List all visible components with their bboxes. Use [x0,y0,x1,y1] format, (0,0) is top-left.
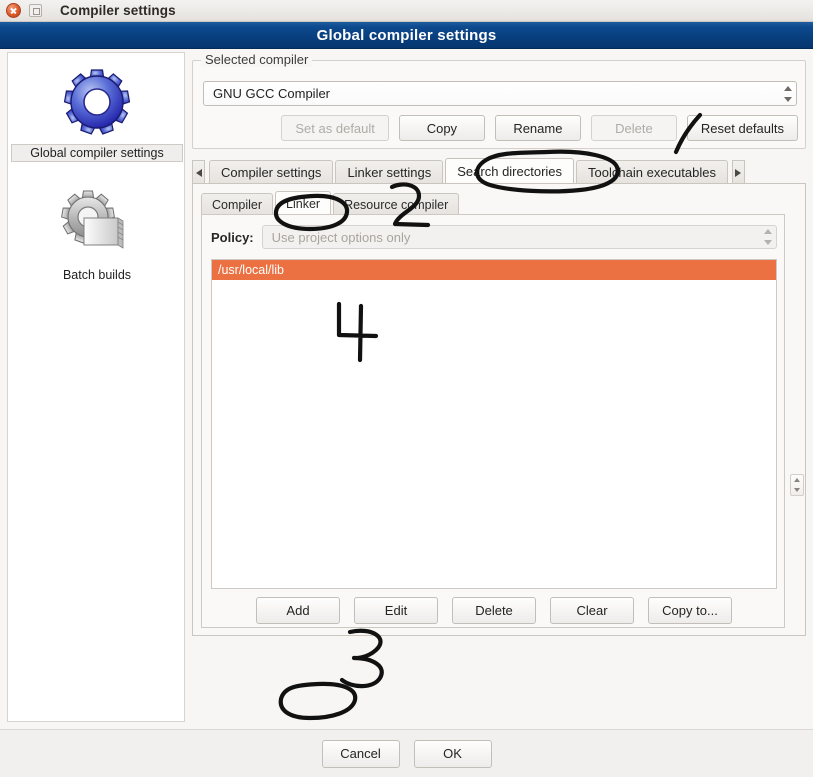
selected-compiler-legend: Selected compiler [201,52,313,67]
policy-row: Policy: Use project options only [211,225,777,249]
sidebar-item-global-compiler-settings[interactable]: Global compiler settings [8,65,186,162]
reset-defaults-button[interactable]: Reset defaults [686,115,798,141]
main-tabstrip: Compiler settings Linker settings Search… [192,158,806,184]
policy-select-value: Use project options only [271,229,411,245]
panel-resize-spinner[interactable] [790,474,804,496]
chevron-updown-icon[interactable] [763,229,772,245]
rename-button[interactable]: Rename [494,115,581,141]
grey-gear-documents-icon [55,188,139,264]
settings-pane: Selected compiler GNU GCC Compiler Set a… [192,52,806,722]
page-banner: Global compiler settings [0,22,813,49]
sub-tabstrip: Compiler Linker Resource compiler [201,191,461,216]
tabs-scroll-right-button[interactable] [731,160,745,184]
maximize-icon[interactable] [29,4,42,17]
selected-compiler-group: Selected compiler GNU GCC Compiler Set a… [192,52,807,149]
edit-button[interactable]: Edit [354,596,438,624]
directory-actions: Add Edit Delete Clear Copy to... [211,596,777,624]
cancel-button[interactable]: Cancel [321,739,400,768]
tab-compiler-settings[interactable]: Compiler settings [209,160,334,184]
subtab-compiler[interactable]: Compiler [201,193,274,216]
policy-select[interactable]: Use project options only [261,225,777,249]
close-icon[interactable] [6,3,21,18]
tab-linker-settings[interactable]: Linker settings [335,160,444,184]
compiler-select[interactable]: GNU GCC Compiler [203,81,797,106]
add-button[interactable]: Add [256,596,340,624]
triangle-left-icon [195,168,202,177]
chevron-updown-icon[interactable] [783,85,792,102]
list-item[interactable]: /usr/local/lib [212,260,776,280]
copy-to-button[interactable]: Copy to... [648,596,732,624]
sidebar-item-label: Global compiler settings [11,144,183,162]
copy-button[interactable]: Copy [398,115,485,141]
tab-toolchain-executables[interactable]: Toolchain executables [576,160,728,184]
window-title: Compiler settings [60,3,176,18]
compiler-select-value: GNU GCC Compiler [213,86,331,101]
ok-button[interactable]: OK [413,739,492,768]
blue-gear-icon [55,65,139,141]
compiler-actions: Set as default Copy Rename Delete Reset … [193,113,807,143]
tabs-scroll-left-button[interactable] [192,160,205,184]
subtab-linker[interactable]: Linker [275,191,332,216]
policy-label: Policy: [211,229,254,245]
dialog-body: Global compiler settings Batch builds Se… [0,49,813,729]
linker-directories-panel: Policy: Use project options only /usr/lo… [201,214,785,628]
triangle-right-icon [735,168,742,177]
dialog-footer: Cancel OK [0,729,813,777]
sidebar-item-label: Batch builds [62,268,132,282]
set-as-default-button[interactable]: Set as default [281,115,389,141]
page-title: Global compiler settings [316,26,497,44]
delete-compiler-button[interactable]: Delete [590,115,677,141]
search-directories-page: Compiler Linker Resource compiler Policy… [192,183,806,636]
tab-search-directories[interactable]: Search directories [445,158,575,184]
directories-list[interactable]: /usr/local/lib [211,259,777,589]
delete-button[interactable]: Delete [452,596,536,624]
sidebar: Global compiler settings Batch builds [7,52,185,722]
subtab-resource-compiler[interactable]: Resource compiler [333,193,460,216]
window-titlebar: Compiler settings [0,0,813,22]
clear-button[interactable]: Clear [550,596,634,624]
sidebar-item-batch-builds[interactable]: Batch builds [8,188,186,283]
